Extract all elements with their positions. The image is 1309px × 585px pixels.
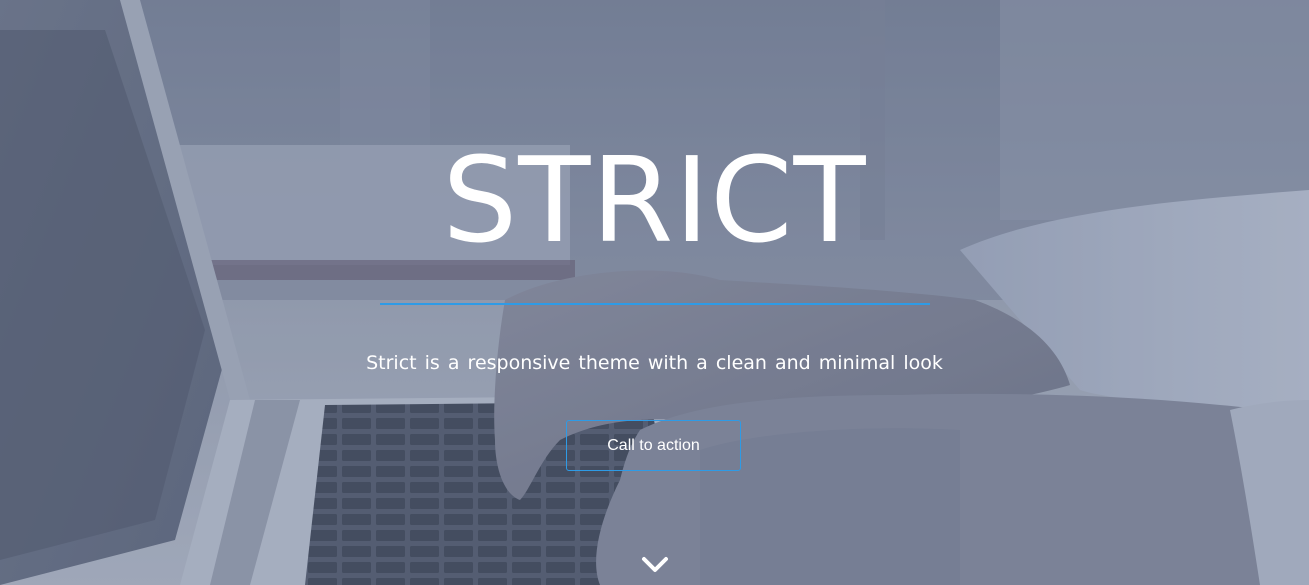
call-to-action-button[interactable]: Call to action: [566, 420, 741, 471]
hero-section: STRICT Strict is a responsive theme with…: [0, 0, 1309, 585]
chevron-down-icon[interactable]: [641, 554, 669, 576]
title-divider: [380, 303, 930, 305]
hero-tagline: Strict is a responsive theme with a clea…: [366, 352, 943, 374]
hero-title: STRICT: [442, 131, 867, 269]
